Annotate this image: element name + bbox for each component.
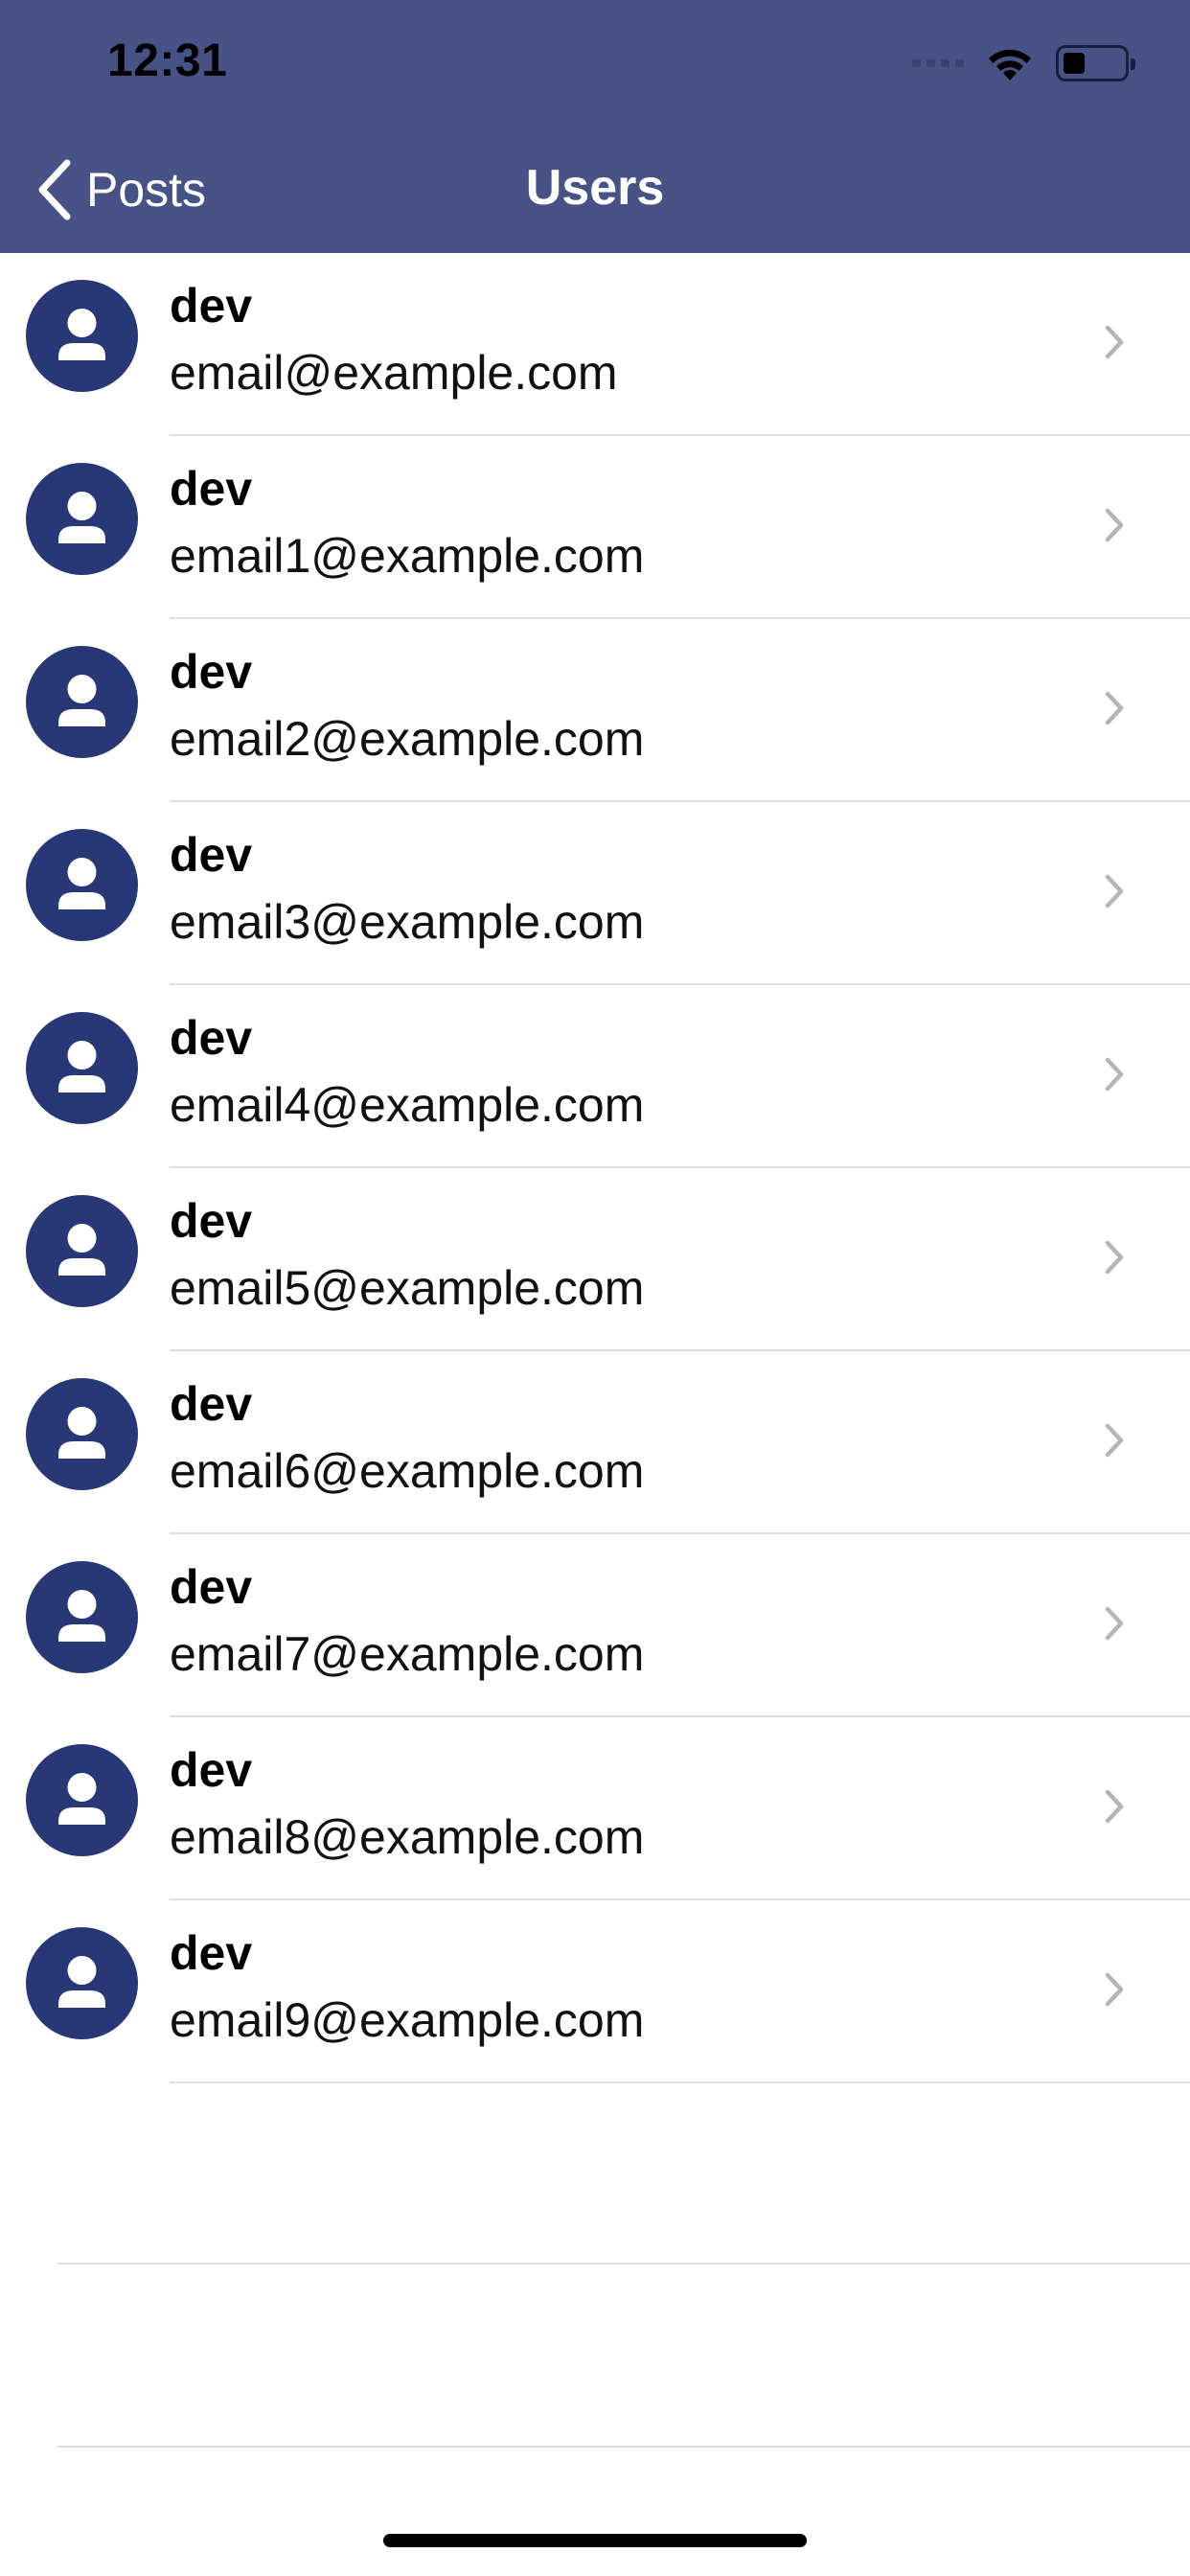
chevron-right-icon [1105,508,1124,542]
row-divider [170,2082,1190,2083]
chevron-right-icon [1105,1240,1124,1275]
avatar [26,1195,138,1307]
chevron-right-icon [1105,691,1124,725]
user-email: email3@example.com [170,895,645,949]
person-icon [58,1407,105,1459]
list-item[interactable]: dev email8@example.com [0,1717,1190,1900]
chevron-right-icon [1105,874,1124,908]
list-item[interactable]: dev email9@example.com [0,1900,1190,2083]
empty-row-divider [57,2446,1190,2448]
user-email: email6@example.com [170,1444,645,1498]
user-name: dev [170,279,253,333]
list-item[interactable]: dev email1@example.com [0,436,1190,619]
user-name: dev [170,1377,253,1431]
user-name: dev [170,1560,253,1614]
person-icon [58,675,105,726]
avatar [26,1378,138,1490]
chevron-right-icon [1105,325,1124,359]
status-indicators [912,44,1135,82]
list-item[interactable]: dev email7@example.com [0,1534,1190,1717]
avatar [26,829,138,941]
user-email: email4@example.com [170,1078,645,1132]
user-list: dev email@example.com dev email1@example… [0,253,1190,2083]
user-name: dev [170,828,253,882]
chevron-right-icon [1105,1057,1124,1092]
user-name: dev [170,1011,253,1065]
list-item[interactable]: dev email5@example.com [0,1168,1190,1351]
list-item[interactable]: dev email6@example.com [0,1351,1190,1534]
user-email: email7@example.com [170,1627,645,1681]
page-title: Users [525,160,665,216]
status-time: 12:31 [107,35,228,86]
user-name: dev [170,462,253,516]
person-icon [58,1590,105,1642]
person-icon [58,309,105,360]
list-item[interactable]: dev email2@example.com [0,619,1190,802]
user-email: email5@example.com [170,1261,645,1315]
user-name: dev [170,1194,253,1248]
list-item[interactable]: dev email4@example.com [0,985,1190,1168]
navigation-header: 12:31 Posts Users [0,0,1190,253]
user-email: email9@example.com [170,1993,645,2047]
user-email: email@example.com [170,346,618,400]
wifi-icon [989,49,1031,80]
person-icon [58,1224,105,1276]
user-name: dev [170,645,253,699]
user-email: email2@example.com [170,712,645,766]
list-item[interactable]: dev email@example.com [0,253,1190,436]
person-icon [58,858,105,909]
battery-icon [1056,45,1135,81]
person-icon [58,1041,105,1092]
avatar [26,646,138,758]
user-name: dev [170,1743,253,1797]
avatar [26,280,138,392]
person-icon [58,1773,105,1825]
users-screen: 12:31 Posts Users dev email@example.com … [0,0,1190,2576]
home-indicator[interactable] [383,2534,807,2547]
chevron-right-icon [1105,1972,1124,2007]
chevron-right-icon [1105,1606,1124,1641]
person-icon [58,492,105,543]
empty-row-divider [57,2263,1190,2265]
avatar [26,463,138,575]
avatar [26,1744,138,1856]
list-item[interactable]: dev email3@example.com [0,802,1190,985]
person-icon [58,1956,105,2008]
avatar [26,1927,138,2039]
user-name: dev [170,1926,253,1980]
avatar [26,1012,138,1124]
cellular-signal-icon [912,59,964,67]
user-email: email1@example.com [170,529,645,583]
chevron-right-icon [1105,1423,1124,1458]
user-email: email8@example.com [170,1810,645,1864]
avatar [26,1561,138,1673]
chevron-right-icon [1105,1789,1124,1824]
